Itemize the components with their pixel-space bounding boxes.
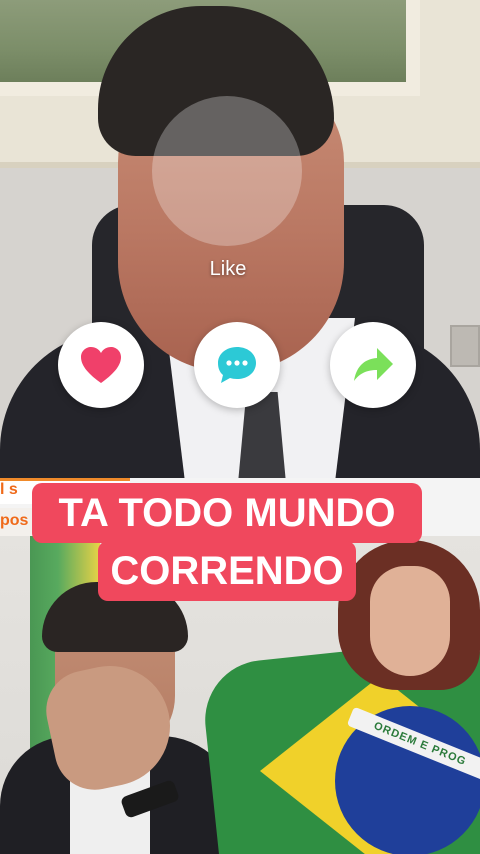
caption-line-1: TA TODO MUNDO xyxy=(32,483,422,543)
wall-outlet xyxy=(450,325,480,367)
share-arrow-icon xyxy=(354,348,393,381)
caption-block: TA TODO MUNDO CORRENDO xyxy=(32,483,422,601)
like-indicator-halo xyxy=(152,96,302,246)
ticker-text-bottom: pos xyxy=(0,512,29,529)
share-button[interactable] xyxy=(330,322,416,408)
ticker-text-top: l s xyxy=(0,481,18,498)
heart-icon xyxy=(81,347,121,383)
chat-bubble-icon xyxy=(218,347,256,383)
like-label: Like xyxy=(209,258,247,280)
video-frame-top[interactable]: Like xyxy=(0,0,480,505)
comment-button[interactable] xyxy=(194,322,280,408)
caption-line-2: CORRENDO xyxy=(98,541,356,601)
like-button[interactable] xyxy=(58,322,144,408)
